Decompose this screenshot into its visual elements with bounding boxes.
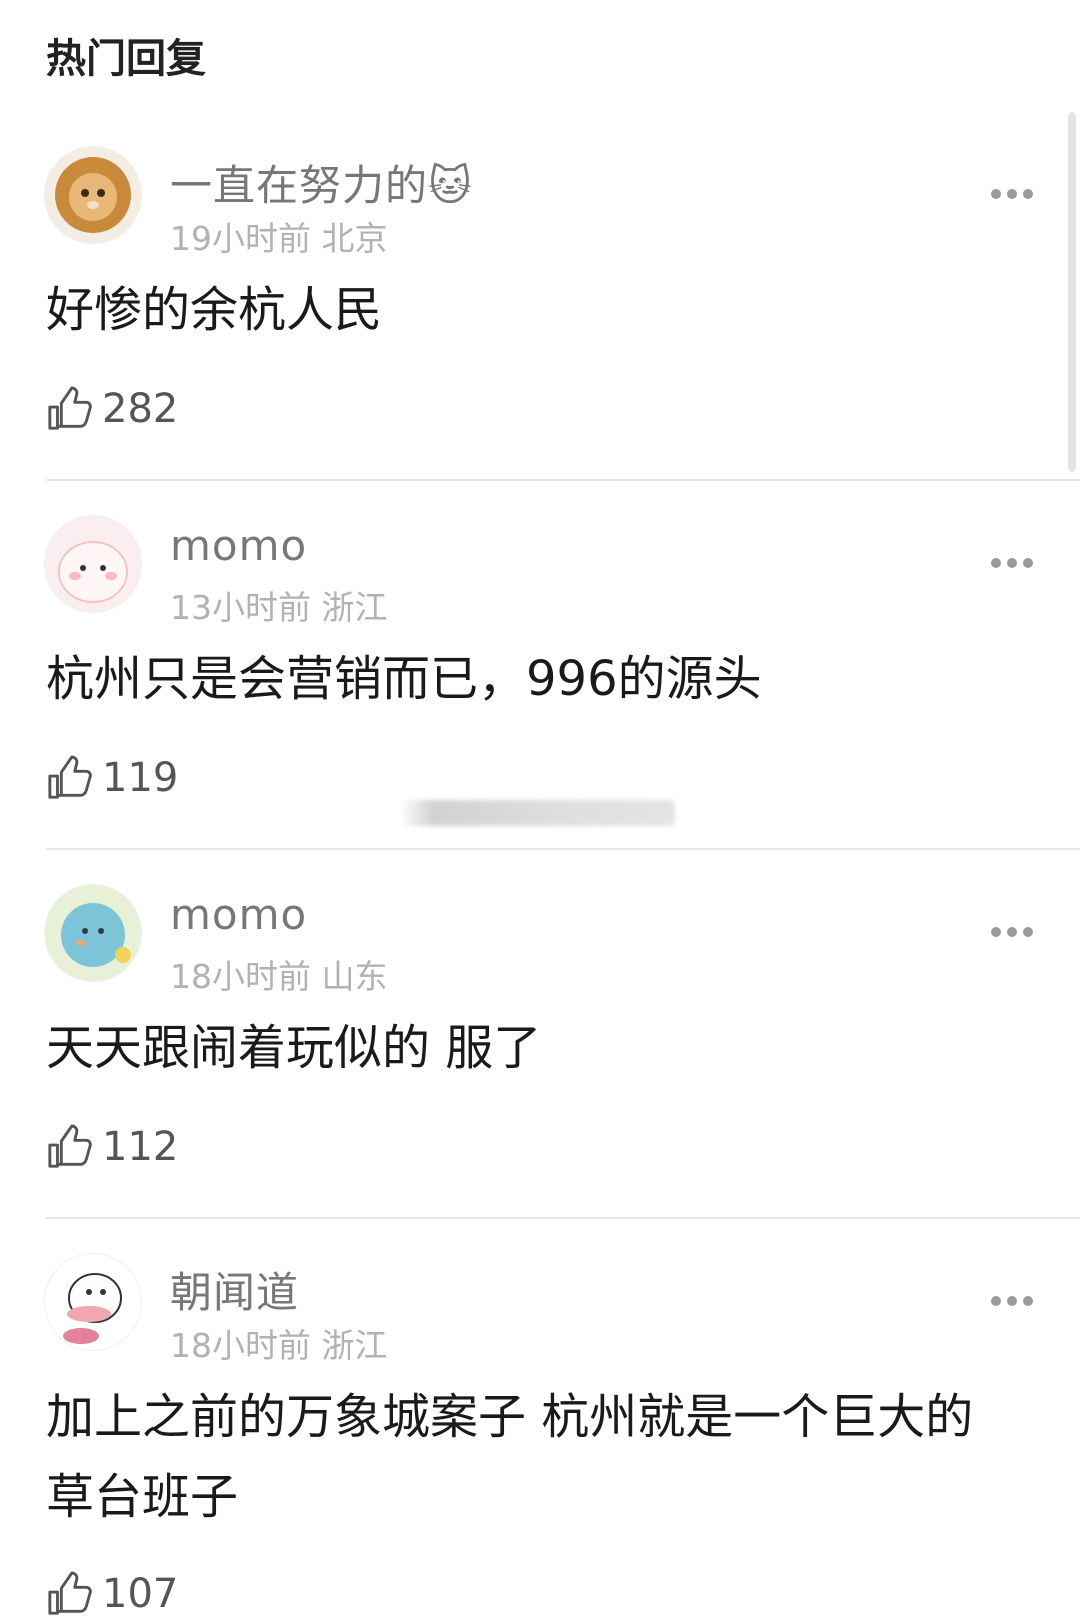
like-count: 107 xyxy=(102,1571,179,1617)
thumbs-up-icon xyxy=(48,386,92,430)
divider xyxy=(46,1217,1080,1219)
username[interactable]: 一直在努力的🐱 xyxy=(170,152,473,213)
like-button[interactable]: 119 xyxy=(46,753,178,803)
thumbs-up-icon xyxy=(48,1124,92,1168)
like-count: 119 xyxy=(102,755,179,801)
comment-meta: 18小时前 山东 xyxy=(170,957,388,996)
username[interactable]: momo xyxy=(170,521,307,570)
comment-text: 杭州只是会营销而已，996的源头 xyxy=(46,651,762,707)
cat-face-emoji: 🐱 xyxy=(428,161,473,210)
comment-meta: 13小时前 浙江 xyxy=(170,588,388,627)
comment-text: 好惨的余杭人民 xyxy=(46,282,383,338)
divider xyxy=(46,479,1080,481)
divider xyxy=(46,848,1080,850)
more-dots-icon[interactable] xyxy=(990,186,1034,202)
comment-meta: 19小时前 北京 xyxy=(170,219,388,258)
comment-text: 加上之前的万象城案子 杭州就是一个巨大的草台班子 xyxy=(46,1389,974,1525)
like-button[interactable]: 107 xyxy=(46,1569,178,1619)
like-button[interactable]: 282 xyxy=(46,384,178,434)
like-button[interactable]: 112 xyxy=(46,1122,178,1172)
scrollbar[interactable] xyxy=(1068,112,1076,472)
more-dots-icon[interactable] xyxy=(990,924,1034,940)
comment-meta: 18小时前 浙江 xyxy=(170,1326,388,1365)
username[interactable]: 朝闻道 xyxy=(170,1259,299,1320)
avatar[interactable] xyxy=(44,884,142,982)
section-title: 热门回复 xyxy=(46,36,206,82)
avatar[interactable] xyxy=(44,146,142,244)
thumbs-up-icon xyxy=(48,1571,92,1615)
like-count: 282 xyxy=(102,386,179,432)
comment-text: 天天跟闹着玩似的 服了 xyxy=(46,1020,542,1076)
more-dots-icon[interactable] xyxy=(990,1293,1034,1309)
thumbs-up-icon xyxy=(48,755,92,799)
more-dots-icon[interactable] xyxy=(990,555,1034,571)
avatar[interactable] xyxy=(44,1253,142,1351)
watermark-blur xyxy=(400,800,675,826)
username[interactable]: momo xyxy=(170,890,307,939)
avatar[interactable] xyxy=(44,515,142,613)
like-count: 112 xyxy=(102,1124,179,1170)
